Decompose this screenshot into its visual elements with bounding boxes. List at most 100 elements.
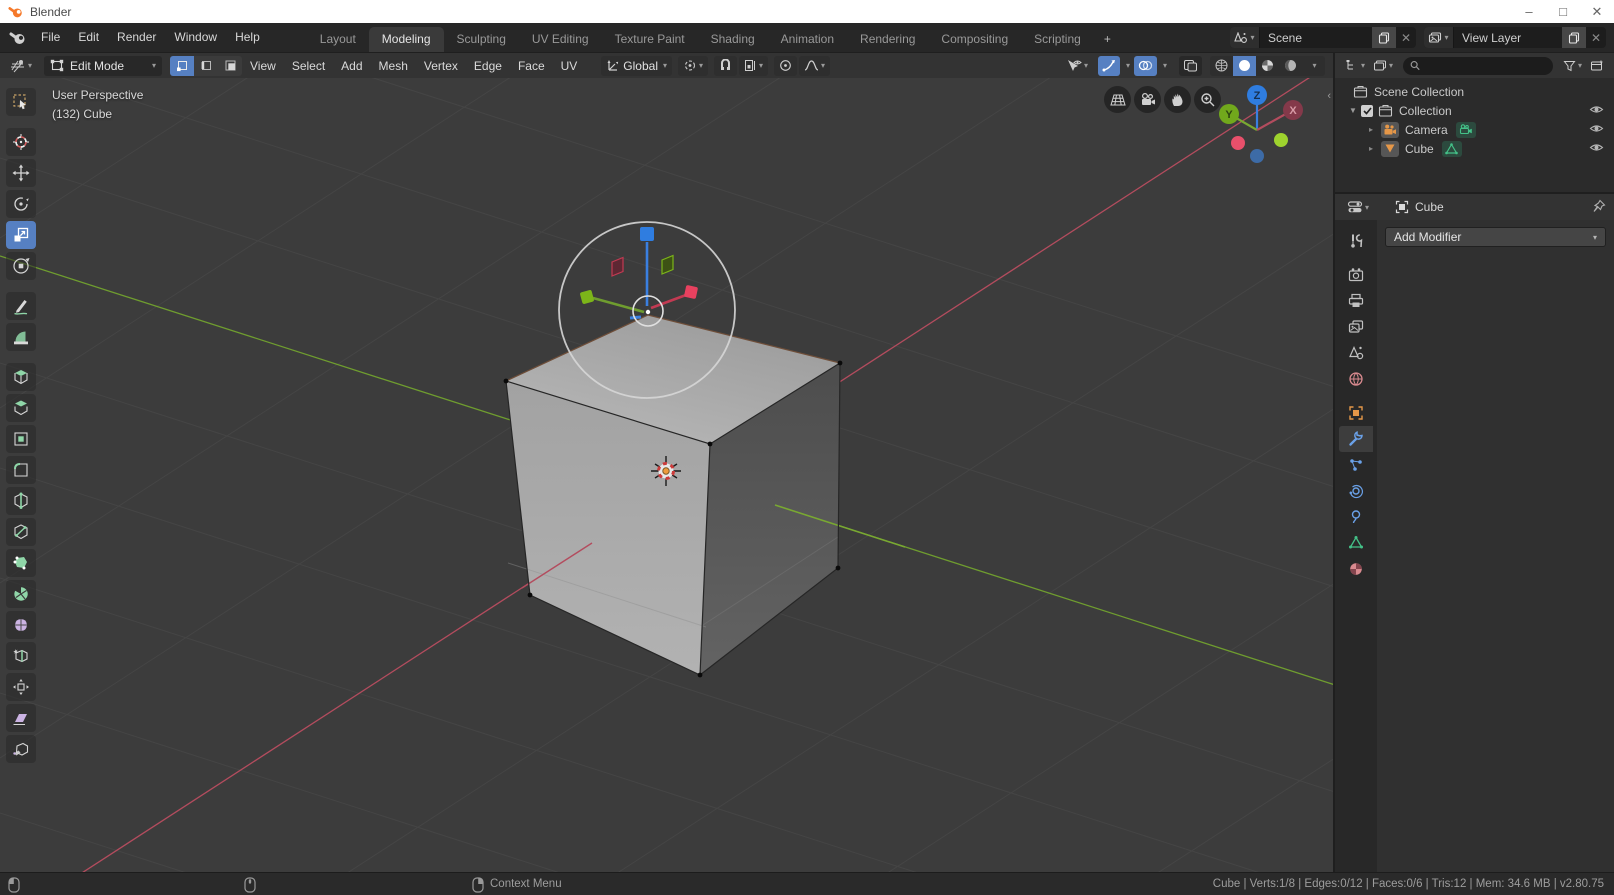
- scene-new-copy-button[interactable]: [1372, 27, 1396, 48]
- axis-neg-y-ball[interactable]: [1274, 133, 1288, 147]
- tool-knife[interactable]: [6, 518, 36, 546]
- tool-edge-slide[interactable]: [6, 642, 36, 670]
- outliner-row-camera[interactable]: ▸ Camera: [1335, 120, 1614, 139]
- tool-annotate[interactable]: [6, 292, 36, 320]
- tab-object[interactable]: [1339, 400, 1373, 426]
- gizmo-xz-plane-handle[interactable]: [662, 256, 673, 275]
- menu-edit[interactable]: Edit: [69, 23, 108, 52]
- maximize-button[interactable]: □: [1546, 0, 1580, 23]
- tab-animation[interactable]: Animation: [768, 27, 847, 52]
- proportional-falloff-dropdown[interactable]: ▾: [799, 56, 830, 76]
- tool-poly-build[interactable]: [6, 549, 36, 577]
- blender-menu-logo-icon[interactable]: [8, 29, 28, 47]
- tool-inset-faces[interactable]: [6, 425, 36, 453]
- camera-data-icon[interactable]: [1456, 122, 1476, 138]
- tool-smooth[interactable]: [6, 611, 36, 639]
- menu-view[interactable]: View: [242, 59, 284, 73]
- tab-uv-editing[interactable]: UV Editing: [519, 27, 602, 52]
- tool-cursor[interactable]: [6, 128, 36, 156]
- axis-gizmo[interactable]: Z Y X: [1209, 80, 1305, 176]
- hide-eye-icon[interactable]: [1589, 104, 1604, 118]
- tool-add-cube[interactable]: [6, 363, 36, 391]
- tab-output[interactable]: [1339, 288, 1373, 314]
- axis-neg-z-ball[interactable]: [1250, 149, 1264, 163]
- sidebar-collapse-arrow[interactable]: ‹: [1327, 90, 1331, 102]
- menu-select[interactable]: Select: [284, 59, 333, 73]
- shading-material-button[interactable]: [1256, 56, 1279, 76]
- menu-uv[interactable]: UV: [553, 59, 586, 73]
- tab-shading[interactable]: Shading: [698, 27, 768, 52]
- pin-icon[interactable]: [1592, 199, 1606, 216]
- mesh-data-icon[interactable]: [1442, 141, 1462, 157]
- expand-triangle-icon[interactable]: ▼: [1349, 106, 1361, 115]
- new-collection-button[interactable]: [1586, 56, 1608, 76]
- menu-window[interactable]: Window: [165, 23, 226, 52]
- gizmo-settings-dropdown[interactable]: ▾: [1120, 56, 1134, 76]
- collection-checkbox[interactable]: [1361, 105, 1373, 117]
- camera-view-button[interactable]: [1134, 86, 1161, 113]
- show-overlays-toggle[interactable]: [1134, 56, 1157, 76]
- xray-toggle[interactable]: [1179, 56, 1202, 76]
- tab-texture-paint[interactable]: Texture Paint: [602, 27, 698, 52]
- tab-modifiers[interactable]: [1339, 426, 1373, 452]
- shading-rendered-button[interactable]: [1279, 56, 1302, 76]
- outliner-search-input[interactable]: [1420, 60, 1546, 72]
- face-select-button[interactable]: [218, 56, 242, 76]
- pivot-point-dropdown[interactable]: ▾: [678, 56, 708, 76]
- tab-modeling[interactable]: Modeling: [369, 27, 444, 52]
- pan-view-button[interactable]: [1164, 86, 1191, 113]
- scene-browse-button[interactable]: ▾: [1230, 27, 1260, 48]
- view-layer-name[interactable]: View Layer: [1454, 31, 1562, 45]
- tool-rip-region[interactable]: [6, 735, 36, 763]
- view-layer-new-button[interactable]: [1562, 27, 1586, 48]
- perspective-toggle-button[interactable]: [1104, 86, 1131, 113]
- outliner-display-mode-dropdown[interactable]: ▾: [1341, 56, 1369, 76]
- tab-physics[interactable]: [1339, 478, 1373, 504]
- viewport-3d[interactable]: User Perspective (132) Cube: [0, 78, 1335, 872]
- menu-vertex[interactable]: Vertex: [416, 59, 466, 73]
- snap-settings-dropdown[interactable]: ▾: [739, 56, 768, 76]
- tab-view-layer[interactable]: [1339, 314, 1373, 340]
- tool-extrude-region[interactable]: [6, 394, 36, 422]
- gizmo-y-handle[interactable]: [580, 290, 595, 305]
- tab-scripting[interactable]: Scripting: [1021, 27, 1094, 52]
- object-type-visibility-dropdown[interactable]: ▾: [1062, 56, 1092, 76]
- tool-move[interactable]: [6, 159, 36, 187]
- overlays-settings-dropdown[interactable]: ▾: [1157, 56, 1171, 76]
- snap-toggle-button[interactable]: [714, 56, 737, 76]
- show-gizmo-toggle[interactable]: [1098, 56, 1120, 76]
- tool-shear[interactable]: [6, 704, 36, 732]
- tool-measure[interactable]: [6, 323, 36, 351]
- tab-scene[interactable]: [1339, 340, 1373, 366]
- tab-tool[interactable]: [1339, 228, 1373, 254]
- outliner-row-cube[interactable]: ▸ Cube: [1335, 139, 1614, 158]
- cube-object[interactable]: [504, 315, 905, 677]
- edge-select-button[interactable]: [194, 56, 218, 76]
- tab-sculpting[interactable]: Sculpting: [444, 27, 519, 52]
- tool-bevel[interactable]: [6, 456, 36, 484]
- add-modifier-button[interactable]: Add Modifier▾: [1385, 227, 1606, 247]
- hide-eye-icon[interactable]: [1589, 142, 1604, 156]
- menu-edge[interactable]: Edge: [466, 59, 510, 73]
- outliner-row-scene-collection[interactable]: Scene Collection: [1335, 82, 1614, 101]
- tool-select-box[interactable]: [6, 88, 36, 116]
- outliner-filter-dropdown[interactable]: ▾: [1559, 56, 1586, 76]
- axis-neg-x-ball[interactable]: [1231, 136, 1245, 150]
- properties-editor-type-button[interactable]: ▾: [1343, 197, 1373, 217]
- tool-shrink-fatten[interactable]: [6, 673, 36, 701]
- add-workspace-button[interactable]: +: [1094, 27, 1121, 52]
- tool-transform[interactable]: [6, 252, 36, 280]
- tool-rotate[interactable]: [6, 190, 36, 218]
- shading-wireframe-button[interactable]: [1210, 56, 1233, 76]
- breadcrumb-object-name[interactable]: Cube: [1415, 200, 1444, 214]
- scene-unlink-button[interactable]: ✕: [1396, 27, 1416, 48]
- tab-rendering[interactable]: Rendering: [847, 27, 928, 52]
- proportional-editing-toggle[interactable]: [774, 56, 797, 76]
- shading-solid-button[interactable]: [1233, 56, 1256, 76]
- view-layer-remove-button[interactable]: ✕: [1586, 27, 1606, 48]
- tab-particles[interactable]: [1339, 452, 1373, 478]
- tab-layout[interactable]: Layout: [307, 27, 369, 52]
- menu-mesh[interactable]: Mesh: [371, 59, 416, 73]
- close-button[interactable]: ✕: [1580, 0, 1614, 23]
- hide-eye-icon[interactable]: [1589, 123, 1604, 137]
